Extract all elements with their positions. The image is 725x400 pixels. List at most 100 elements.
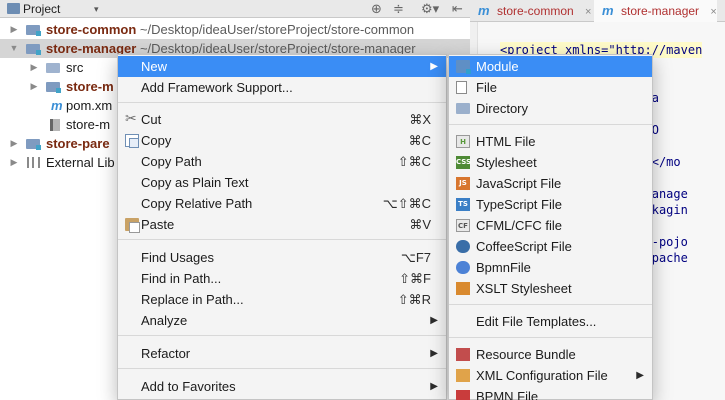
submenu-item-file[interactable]: File: [449, 77, 652, 98]
submenu-arrow-icon: ▶: [430, 381, 438, 392]
typescript-file-icon: TS: [456, 198, 470, 211]
submenu-item-resource-bundle[interactable]: Resource Bundle: [449, 344, 652, 365]
module-folder-icon: [26, 44, 41, 55]
submenu-item-bpmn-file[interactable]: BPMN File: [449, 386, 652, 400]
project-icon: [7, 3, 20, 14]
resource-bundle-icon: [456, 348, 470, 361]
menu-item-label: Edit File Templates...: [476, 314, 597, 329]
menu-item-label: Find Usages: [141, 250, 214, 265]
menu-separator: [118, 368, 446, 369]
collapse-all-icon[interactable]: ≑: [393, 1, 404, 17]
scroll-from-source-icon[interactable]: ⊕: [371, 1, 382, 17]
tab-label: store-common: [497, 4, 574, 18]
menu-item-cut[interactable]: ✂ Cut ⌘X: [118, 109, 446, 130]
menu-item-label: File: [476, 80, 497, 95]
expand-arrow-icon[interactable]: ▶: [29, 58, 39, 77]
menu-separator: [449, 304, 652, 305]
maven-icon: m: [602, 3, 614, 18]
menu-item-label: New: [141, 59, 168, 74]
expand-arrow-icon[interactable]: ▶: [9, 153, 19, 172]
menu-item-label: TypeScript File: [476, 197, 562, 212]
collapse-arrow-icon[interactable]: ▼: [9, 39, 19, 58]
menu-item-label: Refactor: [141, 346, 191, 361]
editor-tab-bar: m store-common × m store-manager ×: [470, 0, 725, 22]
menu-item-add-framework-support[interactable]: Add Framework Support...: [118, 77, 446, 98]
menu-item-label: Resource Bundle: [476, 347, 576, 362]
module-icon: [456, 60, 471, 74]
menu-item-label: XML Configuration File: [476, 368, 608, 383]
menu-item-label: Copy Path: [141, 154, 202, 169]
tree-item-store-common[interactable]: ▶ store-common ~/Desktop/ideaUser/storeP…: [0, 20, 470, 39]
menu-item-label: JavaScript File: [476, 176, 562, 191]
new-submenu: Module File Directory H HTML File CSS St…: [448, 54, 653, 400]
menu-item-analyze[interactable]: Analyze ▶: [118, 310, 446, 331]
submenu-item-module[interactable]: Module: [449, 56, 652, 77]
menu-item-label: Replace in Path...: [141, 292, 244, 307]
submenu-item-javascript-file[interactable]: JS JavaScript File: [449, 173, 652, 194]
menu-item-copy-relative-path[interactable]: Copy Relative Path ⌥⇧⌘C: [118, 193, 446, 214]
module-folder-icon: [46, 82, 61, 93]
menu-item-replace-in-path[interactable]: Replace in Path... ⇧⌘R: [118, 289, 446, 310]
submenu-arrow-icon: ▶: [636, 370, 644, 381]
expand-arrow-icon[interactable]: ▶: [9, 20, 19, 39]
iml-file-icon: [50, 119, 60, 131]
submenu-item-xml-configuration-file[interactable]: XML Configuration File ▶: [449, 365, 652, 386]
menu-item-shortcut: ⌥⇧⌘C: [382, 196, 431, 211]
tab-store-common[interactable]: m store-common ×: [470, 0, 591, 22]
menu-item-find-in-path[interactable]: Find in Path... ⇧⌘F: [118, 268, 446, 289]
menu-separator: [118, 239, 446, 240]
menu-item-label: Module: [476, 59, 519, 74]
close-icon[interactable]: ×: [710, 1, 716, 23]
coffeescript-file-icon: [456, 240, 470, 253]
menu-item-label: CoffeeScript File: [476, 239, 572, 254]
submenu-item-directory[interactable]: Directory: [449, 98, 652, 119]
menu-item-label: Copy Relative Path: [141, 196, 253, 211]
close-icon[interactable]: ×: [585, 1, 591, 23]
context-menu: New ▶ Add Framework Support... ✂ Cut ⌘X …: [117, 54, 447, 400]
copy-icon: [125, 134, 139, 148]
tab-store-manager[interactable]: m store-manager ×: [594, 0, 717, 22]
menu-item-label: Stylesheet: [476, 155, 537, 170]
menu-item-copy[interactable]: Copy ⌘C: [118, 130, 446, 151]
menu-item-label: BPMN File: [476, 389, 539, 400]
submenu-item-bpmnfile[interactable]: BpmnFile: [449, 257, 652, 278]
tree-item-label: store-m: [66, 79, 114, 94]
menu-item-shortcut: ⇧⌘F: [399, 271, 431, 286]
expand-arrow-icon[interactable]: ▶: [29, 77, 39, 96]
gear-icon[interactable]: ⚙▾: [421, 1, 439, 17]
libraries-icon: [27, 157, 40, 168]
menu-item-label: Copy as Plain Text: [141, 175, 249, 190]
menu-item-shortcut: ⌘X: [409, 112, 431, 127]
menu-item-find-usages[interactable]: Find Usages ⌥F7: [118, 247, 446, 268]
menu-item-copy-path[interactable]: Copy Path ⇧⌘C: [118, 151, 446, 172]
maven-icon: m: [51, 98, 63, 113]
submenu-item-stylesheet[interactable]: CSS Stylesheet: [449, 152, 652, 173]
project-view-selector[interactable]: Project: [23, 1, 60, 17]
menu-item-shortcut: ⌘C: [408, 133, 431, 148]
menu-item-label: BpmnFile: [476, 260, 531, 275]
javascript-file-icon: JS: [456, 177, 470, 190]
submenu-item-typescript-file[interactable]: TS TypeScript File: [449, 194, 652, 215]
submenu-arrow-icon: ▶: [430, 61, 438, 72]
expand-arrow-icon[interactable]: ▶: [9, 134, 19, 153]
folder-icon: [456, 103, 470, 114]
submenu-arrow-icon: ▶: [430, 315, 438, 326]
submenu-item-html-file[interactable]: H HTML File: [449, 131, 652, 152]
tab-label: store-manager: [621, 4, 700, 18]
submenu-item-xslt-stylesheet[interactable]: XSLT Stylesheet: [449, 278, 652, 299]
hide-panel-icon[interactable]: ⇤: [452, 1, 463, 17]
menu-item-label: Analyze: [141, 313, 188, 328]
menu-item-label: Copy: [141, 133, 172, 148]
menu-item-add-to-favorites[interactable]: Add to Favorites ▶: [118, 376, 446, 397]
chevron-down-icon[interactable]: ▾: [94, 1, 99, 17]
submenu-item-coffeescript-file[interactable]: CoffeeScript File: [449, 236, 652, 257]
menu-item-new[interactable]: New ▶: [118, 56, 446, 77]
submenu-item-cfml-file[interactable]: CF CFML/CFC file: [449, 215, 652, 236]
menu-item-refactor[interactable]: Refactor ▶: [118, 343, 446, 364]
scissors-icon: ✂: [125, 110, 137, 126]
submenu-item-edit-file-templates[interactable]: Edit File Templates...: [449, 311, 652, 332]
xml-file-icon: [456, 369, 470, 382]
tree-item-label: src: [66, 60, 84, 75]
menu-item-copy-plain-text[interactable]: Copy as Plain Text: [118, 172, 446, 193]
menu-item-paste[interactable]: Paste ⌘V: [118, 214, 446, 235]
